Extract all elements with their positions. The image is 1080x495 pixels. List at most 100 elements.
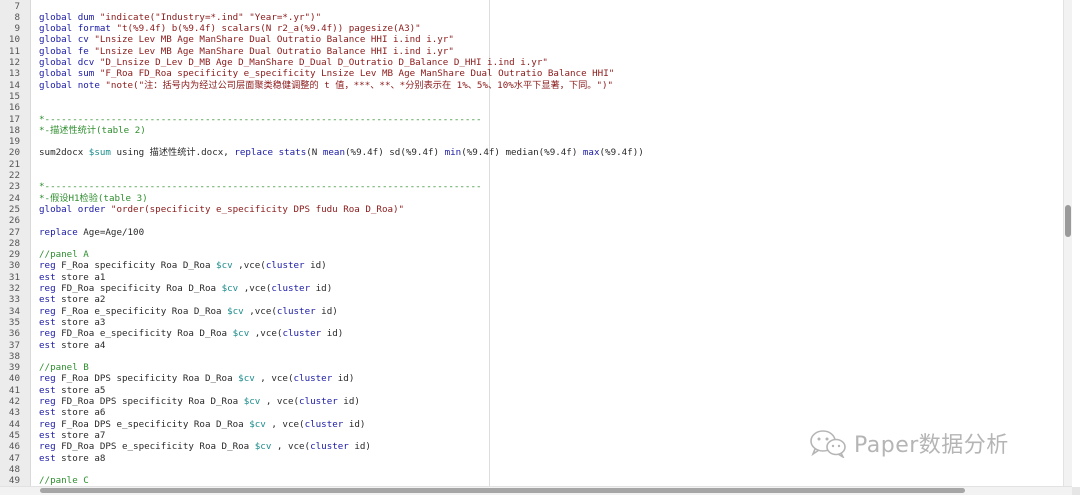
line-number: 32 — [8, 283, 20, 294]
code-line[interactable]: 9 global format "t(%9.4f) b(%9.4f) scalar… — [0, 23, 1065, 34]
line-code: est store a2 — [39, 294, 105, 305]
code-line[interactable]: 43 est store a6 — [0, 407, 1065, 418]
code-line[interactable]: 40 reg F_Roa DPS specificity Roa D_Roa $c… — [0, 373, 1065, 384]
code-token: cluster — [276, 305, 316, 317]
code-line[interactable]: 29 //panel A — [0, 249, 1065, 260]
code-token: store a3 — [55, 316, 106, 328]
line-code: global fe "Lnsize Lev MB Age ManShare Du… — [39, 46, 454, 57]
scrollbar-corner — [1072, 487, 1080, 495]
line-number: 14 — [8, 79, 20, 91]
code-line[interactable]: 24 *-假设H1检验(table 3) — [0, 193, 1065, 204]
line-number: 9 — [14, 23, 20, 35]
code-token: est — [39, 429, 56, 441]
code-line[interactable]: 28 — [0, 238, 1065, 249]
code-token: store a6 — [55, 407, 106, 419]
code-line[interactable]: 37 est store a4 — [0, 340, 1065, 351]
code-line[interactable]: 10 global cv "Lnsize Lev MB Age ManShare … — [0, 34, 1065, 45]
line-number: 20 — [8, 147, 20, 159]
horizontal-scrollbar[interactable] — [0, 486, 1072, 495]
code-line[interactable]: 15 — [0, 91, 1065, 102]
code-line[interactable]: 14 global note "note("注：括号内为经过公司层面聚类稳健调整的… — [0, 80, 1065, 91]
code-token: ,vce( — [249, 328, 283, 340]
line-number: 28 — [8, 237, 20, 249]
code-token: FD_Roa DPS e_specificity Roa D_Roa — [55, 441, 255, 453]
code-line[interactable]: 23 *-------------------------------------… — [0, 181, 1065, 192]
code-line[interactable]: 33 est store a2 — [0, 294, 1065, 305]
code-line[interactable]: 18 *-描述性统计(table 2) — [0, 125, 1065, 136]
code-line[interactable]: 49 //panle C — [0, 475, 1065, 486]
code-line[interactable]: 11 global fe "Lnsize Lev MB Age ManShare … — [0, 46, 1065, 57]
code-line[interactable]: 17 *-------------------------------------… — [0, 114, 1065, 125]
line-number: 42 — [8, 396, 20, 407]
line-number: 12 — [8, 57, 20, 68]
code-line[interactable]: 19 — [0, 136, 1065, 147]
do-file-editor[interactable]: 7 8 global dum "indicate("Industry=*.ind" … — [0, 0, 1072, 487]
code-line[interactable]: 12 global dcv "D_Lnsize D_Lev D_MB Age D_… — [0, 57, 1065, 68]
code-token: max — [582, 147, 600, 159]
code-line[interactable]: 41 est store a5 — [0, 385, 1065, 396]
code-token: est — [39, 316, 56, 328]
line-code: global format "t(%9.4f) b(%9.4f) scalars… — [39, 23, 421, 34]
code-token: global dum — [39, 11, 100, 23]
code-line[interactable]: 31 est store a1 — [0, 272, 1065, 283]
code-line[interactable]: 32 reg FD_Roa specificity Roa D_Roa $cv ,… — [0, 283, 1065, 294]
line-code: //panle C — [39, 475, 89, 486]
code-line[interactable]: 16 — [0, 102, 1065, 113]
line-number: 49 — [8, 475, 20, 487]
line-code: reg FD_Roa specificity Roa D_Roa $cv ,vc… — [39, 283, 332, 294]
code-line[interactable]: 38 — [0, 351, 1065, 362]
vertical-scrollbar[interactable] — [1063, 0, 1072, 487]
code-token: FD_Roa e_specificity Roa D_Roa — [55, 328, 233, 340]
code-line[interactable]: 27 replace Age=Age/100 — [0, 227, 1065, 238]
code-line[interactable]: 26 — [0, 215, 1065, 226]
code-token: id) — [310, 283, 333, 294]
line-number: 36 — [8, 328, 20, 340]
code-token: id) — [337, 396, 360, 407]
horizontal-scrollbar-thumb[interactable] — [40, 488, 965, 493]
line-code: reg FD_Roa e_specificity Roa D_Roa $cv ,… — [39, 328, 343, 339]
code-token: (%9.4f) median(%9.4f) — [461, 147, 583, 159]
line-number: 37 — [8, 339, 20, 351]
code-token: id) — [304, 260, 327, 272]
code-line[interactable]: 25 global order "order(specificity e_spec… — [0, 204, 1065, 215]
code-token: using 描述性统计.docx, — [110, 147, 235, 159]
line-number: 46 — [8, 441, 20, 453]
code-token: "D_Lnsize D_Lev D_MB Age D_ManShare D_Du… — [99, 57, 548, 68]
line-code: reg F_Roa specificity Roa D_Roa $cv ,vce… — [39, 260, 327, 271]
code-line[interactable]: 42 reg FD_Roa DPS specificity Roa D_Roa $… — [0, 396, 1065, 407]
code-line[interactable]: 30 reg F_Roa specificity Roa D_Roa $cv ,v… — [0, 260, 1065, 271]
code-line[interactable]: 35 est store a3 — [0, 317, 1065, 328]
code-line[interactable]: 20 sum2docx $sum using 描述性统计.docx, replac… — [0, 147, 1065, 158]
code-token: est — [39, 407, 56, 419]
code-token: "Lnsize Lev MB Age ManShare Dual Outrati… — [94, 45, 454, 57]
code-line[interactable]: 39 //panel B — [0, 362, 1065, 373]
code-token: reg — [39, 418, 56, 430]
line-number: 30 — [8, 260, 20, 272]
code-token: *---------------------------------------… — [39, 181, 482, 193]
line-code: reg FD_Roa DPS e_specificity Roa D_Roa $… — [39, 441, 371, 452]
code-line[interactable]: 21 — [0, 159, 1065, 170]
code-line[interactable]: 22 — [0, 170, 1065, 181]
line-code: global note "note("注：括号内为经过公司层面聚类稳健调整的 t… — [39, 80, 613, 91]
line-code: sum2docx $sum using 描述性统计.docx, replace … — [39, 147, 644, 158]
code-token: *-假设H1检验(table 3) — [39, 192, 148, 204]
code-token: F_Roa DPS e_specificity Roa D_Roa — [55, 418, 250, 430]
code-token: , vce( — [254, 373, 294, 385]
code-token: $cv — [232, 328, 250, 340]
line-number: 23 — [8, 181, 20, 193]
code-line[interactable]: 13 global sum "F_Roa FD_Roa specificity e… — [0, 68, 1065, 79]
code-token: "indicate("Industry=*.ind" "Year=*.yr")" — [99, 11, 322, 23]
code-line[interactable]: 7 — [0, 1, 1065, 12]
code-line[interactable]: 34 reg F_Roa e_specificity Roa D_Roa $cv … — [0, 306, 1065, 317]
code-line[interactable]: 48 — [0, 464, 1065, 475]
line-code: reg FD_Roa DPS specificity Roa D_Roa $cv… — [39, 396, 360, 407]
code-token: "t(%9.4f) b(%9.4f) scalars(N r2_a(%9.4f)… — [116, 23, 421, 35]
vertical-scrollbar-thumb[interactable] — [1065, 205, 1071, 237]
code-token: est — [39, 339, 56, 351]
code-line[interactable]: 8 global dum "indicate("Industry=*.ind" "… — [0, 12, 1065, 23]
code-token: "note("注：括号内为经过公司层面聚类稳健调整的 t 值，***、**、*分… — [105, 79, 614, 91]
code-token: global cv — [39, 34, 95, 46]
code-line[interactable]: 36 reg FD_Roa e_specificity Roa D_Roa $cv… — [0, 328, 1065, 339]
code-token: store a2 — [55, 294, 106, 306]
line-number: 17 — [8, 113, 20, 125]
